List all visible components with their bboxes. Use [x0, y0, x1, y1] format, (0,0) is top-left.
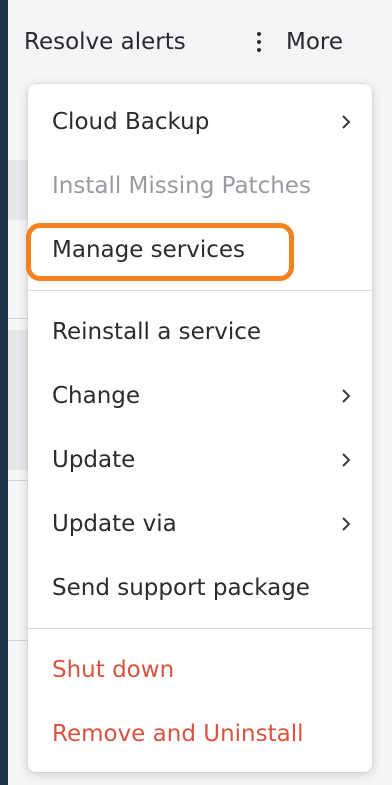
menu-item-install-missing-patches: Install Missing Patches [28, 158, 372, 214]
more-dropdown-menu: Cloud Backup Install Missing Patches Man… [26, 84, 372, 772]
menu-item-shut-down[interactable]: Shut down [28, 642, 372, 698]
menu-divider [28, 628, 372, 629]
menu-item-remove-and-uninstall[interactable]: Remove and Uninstall [28, 706, 372, 762]
background-panel [8, 160, 30, 220]
kebab-menu-icon[interactable] [252, 30, 266, 56]
menu-item-label: Reinstall a service [52, 319, 262, 345]
background-divider [8, 318, 30, 319]
background-divider [8, 480, 30, 481]
background-divider [8, 640, 30, 641]
menu-divider [28, 290, 372, 291]
menu-item-send-support-package[interactable]: Send support package [28, 560, 372, 616]
toolbar: Resolve alerts More [8, 0, 392, 84]
chevron-right-icon [338, 452, 354, 468]
chevron-right-icon [338, 388, 354, 404]
menu-item-label: Update [52, 447, 136, 473]
menu-item-cloud-backup[interactable]: Cloud Backup [28, 94, 372, 150]
menu-item-update[interactable]: Update [28, 432, 372, 488]
menu-item-manage-services[interactable]: Manage services [28, 222, 372, 278]
chevron-right-icon [338, 114, 354, 130]
menu-item-label: Remove and Uninstall [52, 721, 304, 747]
menu-item-change[interactable]: Change [28, 368, 372, 424]
chevron-right-icon [338, 516, 354, 532]
more-button[interactable]: More [286, 28, 343, 56]
menu-item-reinstall-service[interactable]: Reinstall a service [28, 304, 372, 360]
resolve-alerts-button[interactable]: Resolve alerts [24, 28, 186, 56]
menu-item-label: Manage services [52, 237, 246, 263]
background-panel [8, 330, 30, 470]
menu-item-label: Send support package [52, 575, 310, 601]
menu-item-label: Update via [52, 511, 177, 537]
menu-item-update-via[interactable]: Update via [28, 496, 372, 552]
menu-item-label: Shut down [52, 657, 175, 683]
left-rail [0, 0, 8, 785]
menu-item-label: Install Missing Patches [52, 173, 311, 199]
menu-item-label: Cloud Backup [52, 109, 210, 135]
menu-item-label: Change [52, 383, 141, 409]
